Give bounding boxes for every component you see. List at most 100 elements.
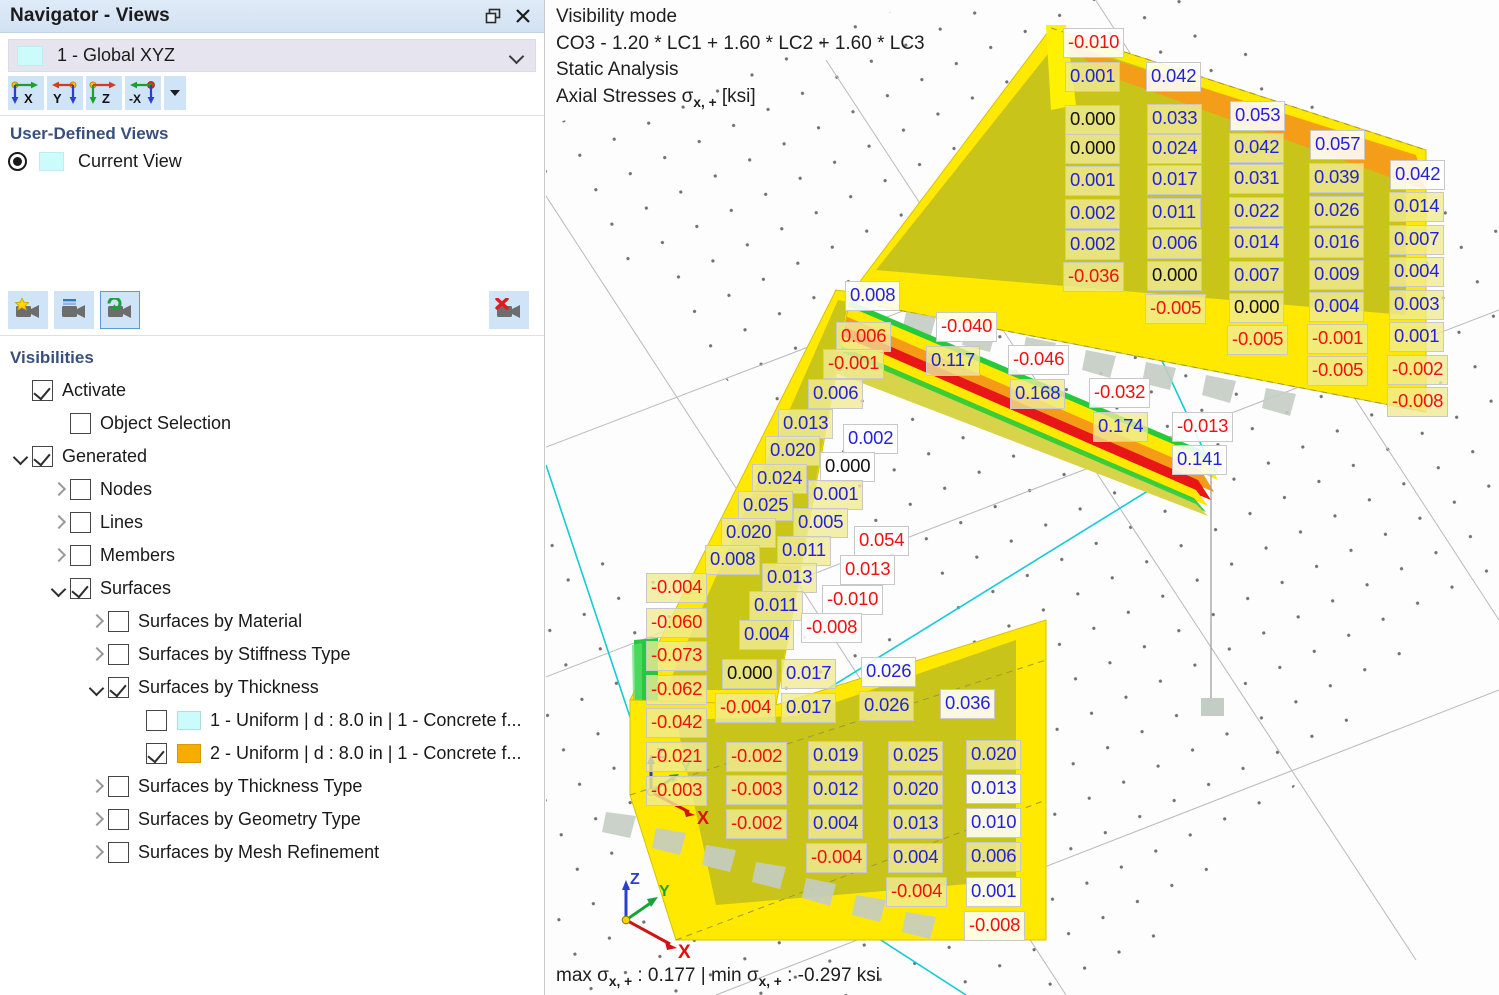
tree-node[interactable]: 2 - Uniform | d : 8.0 in | 1 - Concrete … <box>0 737 544 770</box>
view-in-x-direction-button[interactable]: X <box>8 76 44 110</box>
tree-node[interactable]: Generated <box>0 440 544 473</box>
stress-value-label: -0.040 <box>936 312 998 342</box>
checkbox-checked[interactable] <box>146 743 167 764</box>
application-window: Navigator - Views 1 - Global XYZ X Y Z -… <box>0 0 1499 995</box>
stress-value-label: 0.004 <box>1389 257 1445 287</box>
stress-value-label: 0.013 <box>840 555 896 585</box>
close-icon[interactable] <box>508 3 538 29</box>
tree-node-label: Surfaces by Thickness <box>138 677 319 697</box>
chevron-down-icon[interactable] <box>48 578 70 600</box>
stress-value-label: -0.003 <box>726 775 788 805</box>
tree-node[interactable]: Object Selection <box>0 407 544 440</box>
stress-value-label: 0.004 <box>739 620 795 650</box>
tree-node[interactable]: Lines <box>0 506 544 539</box>
chevron-right-icon[interactable] <box>48 512 70 534</box>
stress-value-label: -0.004 <box>715 693 777 723</box>
stress-value-label: 0.117 <box>926 346 980 376</box>
stress-value-label: 0.024 <box>752 464 808 494</box>
update-view-button[interactable] <box>100 290 140 329</box>
view-selector-dropdown[interactable]: 1 - Global XYZ <box>8 39 536 72</box>
stress-value-label: -0.008 <box>1387 387 1449 417</box>
stress-value-label: -0.002 <box>1387 355 1449 385</box>
stress-value-label: 0.001 <box>1065 166 1121 196</box>
header-line-load-combination: CO3 - 1.20 * LC1 + 1.60 * LC2 + 1.60 * L… <box>556 32 925 54</box>
chevron-down-icon[interactable] <box>10 446 32 468</box>
tree-node-label: Nodes <box>100 479 153 499</box>
view-in-z-direction-button[interactable]: Z <box>86 76 122 110</box>
checkbox-checked[interactable] <box>32 446 53 467</box>
caret-down-icon <box>170 90 180 96</box>
restore-window-icon[interactable] <box>478 3 508 29</box>
footer-separator: | <box>695 965 711 987</box>
tree-node[interactable]: Nodes <box>0 473 544 506</box>
checkbox-unchecked[interactable] <box>70 413 91 434</box>
twist-spacer <box>124 710 146 732</box>
navigator-views-panel: Navigator - Views 1 - Global XYZ X Y Z -… <box>0 0 545 995</box>
radio-button-selected[interactable] <box>8 152 27 171</box>
more-views-dropdown-button[interactable] <box>164 76 186 110</box>
stress-value-label: 0.011 <box>749 591 803 621</box>
twist-spacer <box>48 413 70 435</box>
tree-node[interactable]: Surfaces by Stiffness Type <box>0 638 544 671</box>
chevron-right-icon[interactable] <box>48 545 70 567</box>
chevron-right-icon[interactable] <box>86 644 108 666</box>
view-list-button[interactable] <box>54 290 94 329</box>
stress-value-label: -0.046 <box>1008 345 1070 375</box>
checkbox-unchecked[interactable] <box>108 611 129 632</box>
tree-node-label: Object Selection <box>100 413 232 433</box>
checkbox-unchecked[interactable] <box>108 809 129 830</box>
stress-value-label: 0.031 <box>1229 164 1285 194</box>
checkbox-unchecked[interactable] <box>108 842 129 863</box>
stress-value-label: 0.008 <box>705 545 761 575</box>
tree-node[interactable]: Surfaces by Thickness Type <box>0 770 544 803</box>
stress-value-label: 0.019 <box>808 741 864 771</box>
axis-view-toolbar: X Y Z -X <box>0 72 544 116</box>
chevron-right-icon[interactable] <box>86 611 108 633</box>
visibilities-section: Visibilities Activate Object Selection Gen… <box>0 338 544 869</box>
stress-value-label: 0.036 <box>940 689 996 719</box>
checkbox-unchecked[interactable] <box>70 545 91 566</box>
checkbox-checked[interactable] <box>108 677 129 698</box>
checkbox-unchecked[interactable] <box>108 776 129 797</box>
svg-text:Z: Z <box>102 91 110 106</box>
delete-view-button[interactable] <box>489 290 529 329</box>
chevron-down-icon[interactable] <box>86 677 108 699</box>
tree-node[interactable]: Surfaces by Mesh Refinement <box>0 836 544 869</box>
3d-viewport[interactable]: Z Y X Z Y X <box>546 0 1499 995</box>
checkbox-checked[interactable] <box>32 380 53 401</box>
new-view-button[interactable] <box>8 290 48 329</box>
stress-value-label: 0.011 <box>777 536 831 566</box>
max-value: : 0.177 <box>637 965 696 987</box>
checkbox-unchecked[interactable] <box>70 479 91 500</box>
stress-value-label: 0.033 <box>1147 104 1203 134</box>
tree-node[interactable]: Surfaces by Material <box>0 605 544 638</box>
view-in-negative-x-direction-button[interactable]: -X <box>125 76 161 110</box>
stress-value-label: 0.026 <box>859 691 915 721</box>
chevron-right-icon[interactable] <box>48 479 70 501</box>
tree-node[interactable]: 1 - Uniform | d : 8.0 in | 1 - Concrete … <box>0 704 544 737</box>
radio-dot <box>13 157 22 166</box>
tree-node[interactable]: Surfaces <box>0 572 544 605</box>
stress-value-label: -0.002 <box>726 809 788 839</box>
chevron-right-icon[interactable] <box>86 842 108 864</box>
view-in-y-direction-button[interactable]: Y <box>47 76 83 110</box>
checkbox-unchecked[interactable] <box>146 710 167 731</box>
tree-node[interactable]: Surfaces by Geometry Type <box>0 803 544 836</box>
stress-value-label: 0.054 <box>854 526 910 556</box>
stress-value-label: 0.005 <box>793 508 849 538</box>
tree-node[interactable]: Surfaces by Thickness <box>0 671 544 704</box>
checkbox-unchecked[interactable] <box>70 512 91 533</box>
tree-node[interactable]: Members <box>0 539 544 572</box>
stress-value-label: 0.020 <box>888 775 944 805</box>
checkbox-checked[interactable] <box>70 578 91 599</box>
visibilities-tree: Activate Object Selection Generated Nodes Li… <box>0 374 544 869</box>
checkbox-unchecked[interactable] <box>108 644 129 665</box>
chevron-right-icon[interactable] <box>86 776 108 798</box>
user-view-current-view[interactable]: Current View <box>0 148 544 175</box>
svg-text:Y: Y <box>659 883 670 900</box>
stress-value-label: -0.002 <box>726 742 788 772</box>
header-line-result-type: Axial Stresses σx, + [ksi] <box>556 84 925 112</box>
tree-node[interactable]: Activate <box>0 374 544 407</box>
chevron-right-icon[interactable] <box>86 809 108 831</box>
view-color-chip <box>17 45 43 66</box>
